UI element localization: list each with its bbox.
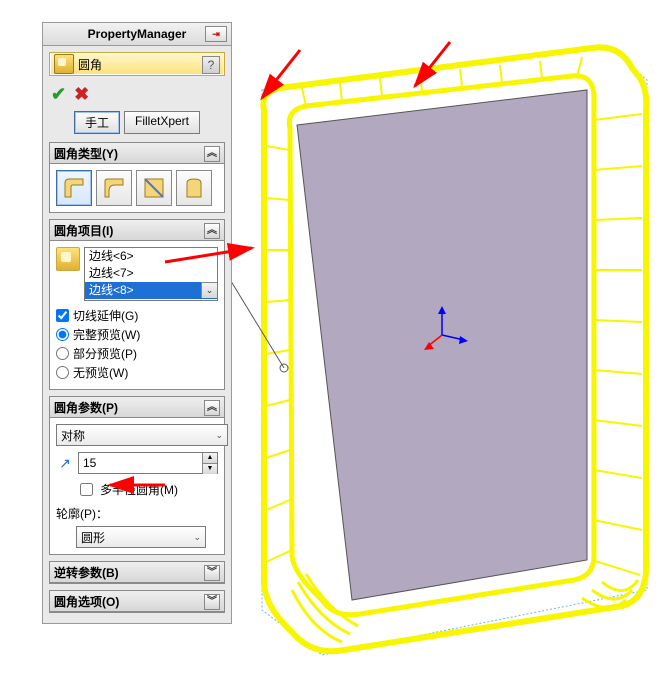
section-title: 逆转参数(B) xyxy=(54,564,119,581)
full-preview-radio[interactable]: 完整预览(W) xyxy=(56,326,218,343)
pm-title-text: PropertyManager xyxy=(88,27,187,41)
chevron-up-icon[interactable]: ︽ xyxy=(204,223,220,239)
label-text: 部分预览(P) xyxy=(73,345,137,362)
feature-name: 圆角 xyxy=(78,56,102,73)
ok-cancel-row: ✔ ✖ xyxy=(43,80,231,109)
section-fillet-options: 圆角选项(O) ︾ xyxy=(49,590,225,613)
mode-manual-button[interactable]: 手工 xyxy=(74,111,120,134)
fillet-icon xyxy=(54,54,74,74)
select-value: 圆形 xyxy=(81,529,105,546)
profile-label: 轮廓(P)： xyxy=(56,505,218,522)
fillet-type-constant[interactable] xyxy=(56,170,92,206)
chevron-down-icon: ⌄ xyxy=(215,430,223,441)
profile-select[interactable]: 圆形 ⌄ xyxy=(76,526,206,548)
section-title: 圆角选项(O) xyxy=(54,593,119,610)
graphics-viewport[interactable] xyxy=(232,0,670,691)
list-item[interactable]: 边线<7> xyxy=(85,265,217,282)
chevron-up-icon[interactable]: ︽ xyxy=(204,146,220,162)
preview-options: 切线延伸(G) 完整预览(W) 部分预览(P) 无预览(W) xyxy=(56,307,218,381)
fillet-ribs-right xyxy=(592,114,642,575)
radio[interactable] xyxy=(56,366,69,379)
edges-listbox[interactable]: 边线<6> 边线<7> 边线<8> ⌄ xyxy=(84,247,218,301)
fillet-type-full-round[interactable] xyxy=(176,170,212,206)
checkbox[interactable] xyxy=(56,309,69,322)
label-text: 无预览(W) xyxy=(73,364,128,381)
list-item[interactable]: 边线<6> xyxy=(85,248,217,265)
ok-button[interactable]: ✔ xyxy=(51,84,66,105)
pin-button[interactable]: ⇥ xyxy=(205,26,227,42)
section-title: 圆角参数(P) xyxy=(54,399,118,416)
section-reverse-params: 逆转参数(B) ︾ xyxy=(49,561,225,584)
label-text: 完整预览(W) xyxy=(73,326,140,343)
section-fillet-items: 圆角项目(I) ︽ 边线<6> 边线<7> 边线<8> ⌄ 切线延伸(G) xyxy=(49,219,225,390)
cancel-button[interactable]: ✖ xyxy=(74,84,89,105)
fillet-type-variable[interactable] xyxy=(96,170,132,206)
chevron-up-icon[interactable]: ︽ xyxy=(204,400,220,416)
no-preview-radio[interactable]: 无预览(W) xyxy=(56,364,218,381)
partial-preview-radio[interactable]: 部分预览(P) xyxy=(56,345,218,362)
radius-icon: ↗ xyxy=(56,455,74,472)
fillet-type-face[interactable] xyxy=(136,170,172,206)
solid-face[interactable] xyxy=(297,90,587,600)
radius-value[interactable]: 15 xyxy=(79,456,202,470)
section-fillet-params: 圆角参数(P) ︽ 对称 ⌄ ↗ 15 ▲ ▼ 多半径圆角(M) xyxy=(49,396,225,555)
tangent-propagation-checkbox[interactable]: 切线延伸(G) xyxy=(56,307,218,324)
section-fillet-type: 圆角类型(Y) ︽ xyxy=(49,142,225,213)
fillet-type-row xyxy=(56,170,218,206)
mode-filletxpert-button[interactable]: FilletXpert xyxy=(124,111,200,134)
checkbox[interactable] xyxy=(80,483,93,496)
leader-line xyxy=(232,250,284,368)
chevron-down-icon[interactable]: ⌄ xyxy=(201,282,217,298)
section-header-fillet-items[interactable]: 圆角项目(I) ︽ xyxy=(50,220,224,241)
chevron-down-icon[interactable]: ︾ xyxy=(204,594,220,610)
edges-selector-icon xyxy=(56,247,80,271)
section-title: 圆角类型(Y) xyxy=(54,145,118,162)
multi-radius-checkbox[interactable]: 多半径圆角(M) xyxy=(76,480,218,499)
feature-header: 圆角 ? xyxy=(49,52,225,76)
pm-title-bar: PropertyManager ⇥ xyxy=(43,23,231,46)
spin-up[interactable]: ▲ xyxy=(203,453,217,464)
radius-input[interactable]: 15 ▲ ▼ xyxy=(78,452,218,474)
radio[interactable] xyxy=(56,347,69,360)
section-header-fillet-type[interactable]: 圆角类型(Y) ︽ xyxy=(50,143,224,164)
section-header-reverse[interactable]: 逆转参数(B) ︾ xyxy=(50,562,224,583)
spin-down[interactable]: ▼ xyxy=(203,464,217,474)
section-title: 圆角项目(I) xyxy=(54,222,113,239)
section-header-fillet-params[interactable]: 圆角参数(P) ︽ xyxy=(50,397,224,418)
mode-row: 手工 FilletXpert xyxy=(43,109,231,142)
select-value: 对称 xyxy=(61,427,85,444)
list-item[interactable]: 边线<8> xyxy=(85,282,217,299)
chevron-down-icon: ⌄ xyxy=(193,532,201,543)
label-text: 切线延伸(G) xyxy=(73,307,138,324)
label-text: 多半径圆角(M) xyxy=(100,481,178,498)
property-manager-panel: PropertyManager ⇥ 圆角 ? ✔ ✖ 手工 FilletXper… xyxy=(42,22,232,624)
help-button[interactable]: ? xyxy=(202,56,220,74)
symmetry-select[interactable]: 对称 ⌄ xyxy=(56,424,228,446)
chevron-down-icon[interactable]: ︾ xyxy=(204,565,220,581)
section-header-options[interactable]: 圆角选项(O) ︾ xyxy=(50,591,224,612)
radio[interactable] xyxy=(56,328,69,341)
spin-buttons: ▲ ▼ xyxy=(202,453,217,474)
